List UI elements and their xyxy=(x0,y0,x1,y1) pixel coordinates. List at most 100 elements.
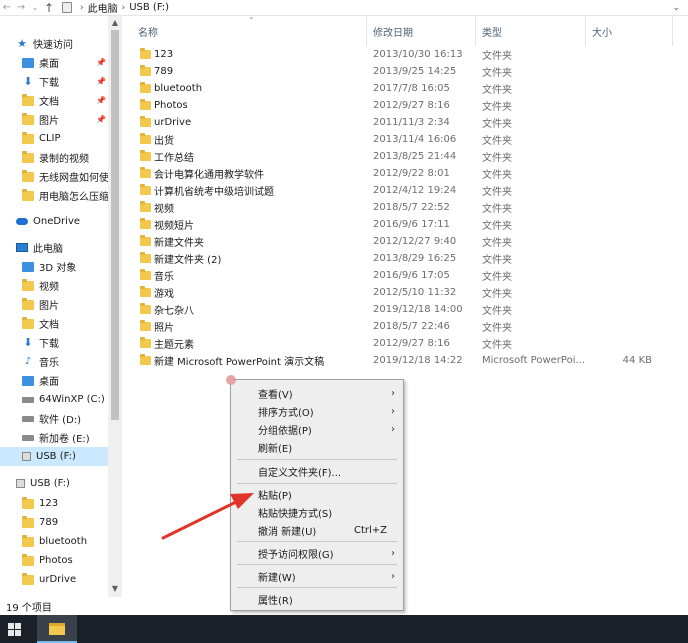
file-row[interactable]: 789 2013/9/25 14:25 文件夹 xyxy=(132,63,672,80)
nav-usb-f[interactable]: USB (F:) xyxy=(16,474,70,493)
nav-usb-123[interactable]: 123 xyxy=(22,494,108,513)
nav-scrollbar[interactable]: ▲ ▼ xyxy=(108,16,122,597)
back-arrow-icon[interactable]: ← xyxy=(0,0,14,16)
file-row[interactable]: 新建 Microsoft PowerPoint 演示文稿 2019/12/18 1… xyxy=(132,352,672,369)
file-date: 2012/12/27 9:40 xyxy=(373,236,457,247)
file-row[interactable]: urDrive 2011/11/3 2:34 文件夹 xyxy=(132,114,672,131)
menu-item-sort[interactable]: 排序方式(O) › xyxy=(231,402,403,420)
breadcrumb-usb[interactable]: USB (F:) xyxy=(129,2,169,13)
file-name: urDrive xyxy=(154,117,192,128)
breadcrumb-this-pc[interactable]: 此电脑 xyxy=(88,0,118,15)
column-divider[interactable] xyxy=(672,16,673,46)
column-divider[interactable] xyxy=(366,16,367,46)
menu-item-view[interactable]: 查看(V) › xyxy=(231,384,403,402)
menu-item-new[interactable]: 新建(W) › xyxy=(231,567,403,585)
menu-item-customize-folder[interactable]: 自定义文件夹(F)... xyxy=(231,462,403,480)
column-divider[interactable] xyxy=(475,16,476,46)
file-name: 杂七杂八 xyxy=(154,306,194,317)
forward-arrow-icon[interactable]: → xyxy=(14,0,28,16)
nav-videos[interactable]: 视频 xyxy=(22,276,108,295)
column-header-row: ⌃ 名称 修改日期 类型 大小 xyxy=(132,16,688,46)
menu-item-properties[interactable]: 属性(R) xyxy=(231,590,403,608)
nav-pictures-pc[interactable]: 图片 xyxy=(22,295,108,314)
folder-icon xyxy=(22,188,34,201)
nav-this-pc[interactable]: 此电脑 xyxy=(16,238,63,257)
file-row[interactable]: 主题元素 2012/9/27 8:16 文件夹 xyxy=(132,335,672,352)
file-row[interactable]: 工作总结 2013/8/25 21:44 文件夹 xyxy=(132,148,672,165)
nav-quick-access[interactable]: ★ 快速访问 xyxy=(16,34,73,53)
up-arrow-icon[interactable]: ↑ xyxy=(42,0,56,16)
file-type: 文件夹 xyxy=(482,187,512,198)
usb-drive-icon xyxy=(22,452,31,461)
scroll-up-icon[interactable]: ▲ xyxy=(108,18,122,27)
nav-downloads[interactable]: ⬇ 下载 📌 xyxy=(22,72,108,91)
nav-onedrive[interactable]: OneDrive xyxy=(16,212,80,231)
menu-item-undo-new[interactable]: 撤消 新建(U) Ctrl+Z xyxy=(231,521,403,539)
file-row[interactable]: 计算机省统考中级培训试题 2012/4/12 19:24 文件夹 xyxy=(132,182,672,199)
cursor-highlight xyxy=(226,375,236,385)
file-row[interactable]: 照片 2018/5/7 22:46 文件夹 xyxy=(132,318,672,335)
menu-item-refresh[interactable]: 刷新(E) xyxy=(231,438,403,456)
nav-usb-photos[interactable]: Photos xyxy=(22,551,108,570)
file-row[interactable]: 音乐 2016/9/6 17:05 文件夹 xyxy=(132,267,672,284)
folder-icon xyxy=(140,337,151,348)
column-header-type[interactable]: 类型 xyxy=(482,24,502,39)
column-header-name[interactable]: 名称 xyxy=(138,24,158,39)
menu-item-group[interactable]: 分组依据(P) › xyxy=(231,420,403,438)
nav-downloads-pc[interactable]: ⬇ 下载 xyxy=(22,333,108,352)
nav-usb-f-selected[interactable]: USB (F:) xyxy=(0,447,108,466)
nav-drive-e[interactable]: 新加卷 (E:) xyxy=(22,428,108,447)
file-type: 文件夹 xyxy=(482,221,512,232)
nav-clip[interactable]: CLIP xyxy=(22,129,108,148)
nav-compress-photos[interactable]: 用电脑怎么压缩照片 xyxy=(22,186,108,205)
taskbar-file-explorer-button[interactable] xyxy=(37,615,77,643)
file-row[interactable]: Photos 2012/9/27 8:16 文件夹 xyxy=(132,97,672,114)
nav-usb-789[interactable]: 789 xyxy=(22,513,108,532)
sort-ascending-icon: ⌃ xyxy=(248,16,255,25)
file-row[interactable]: 123 2013/10/30 16:13 文件夹 xyxy=(132,46,672,63)
column-header-date[interactable]: 修改日期 xyxy=(373,24,413,39)
nav-desktop[interactable]: 桌面 📌 xyxy=(22,53,108,72)
nav-desktop-pc[interactable]: 桌面 xyxy=(22,371,108,390)
breadcrumb-separator-icon[interactable]: › xyxy=(122,3,126,13)
file-row[interactable]: 视频短片 2016/9/6 17:11 文件夹 xyxy=(132,216,672,233)
file-date: 2011/11/3 2:34 xyxy=(373,117,450,128)
file-row[interactable]: 视频 2018/5/7 22:52 文件夹 xyxy=(132,199,672,216)
nav-documents-pc[interactable]: 文档 xyxy=(22,314,108,333)
breadcrumb-separator-icon[interactable]: › xyxy=(80,3,84,13)
nav-3d-objects[interactable]: 3D 对象 xyxy=(22,257,108,276)
menu-item-paste[interactable]: 粘贴(P) xyxy=(231,485,403,503)
file-type: 文件夹 xyxy=(482,204,512,215)
scrollbar-thumb[interactable] xyxy=(111,30,119,420)
file-row[interactable]: 游戏 2012/5/10 11:32 文件夹 xyxy=(132,284,672,301)
nav-drive-d[interactable]: 软件 (D:) xyxy=(22,409,108,428)
file-name: 视频短片 xyxy=(154,221,194,232)
nav-drive-c[interactable]: 64WinXP (C:) xyxy=(22,390,108,409)
windows-start-icon[interactable] xyxy=(8,623,21,636)
file-row[interactable]: 新建文件夹 (2) 2013/8/29 16:25 文件夹 xyxy=(132,250,672,267)
nav-wireless-disk[interactable]: 无线网盘如何使用 xyxy=(22,167,108,186)
pictures-icon xyxy=(22,112,34,125)
column-header-size[interactable]: 大小 xyxy=(592,24,612,39)
file-row[interactable]: 会计电算化通用教学软件 2012/9/22 8:01 文件夹 xyxy=(132,165,672,182)
folder-icon xyxy=(140,65,151,76)
file-date: 2019/12/18 14:22 xyxy=(373,355,463,366)
menu-item-paste-shortcut[interactable]: 粘贴快捷方式(S) xyxy=(231,503,403,521)
scroll-down-icon[interactable]: ▼ xyxy=(108,584,122,593)
nav-recorded-videos[interactable]: 录制的视频 xyxy=(22,148,108,167)
file-row[interactable]: 出货 2013/11/4 16:06 文件夹 xyxy=(132,131,672,148)
nav-pictures[interactable]: 图片 📌 xyxy=(22,110,108,129)
recent-dropdown-icon[interactable]: ⌄ xyxy=(28,0,42,16)
folder-icon xyxy=(22,169,34,182)
navigation-pane: ★ 快速访问 桌面 📌 ⬇ 下载 📌 文档 📌 图片 📌 CLIP 录制的视频 无线网盘如何… xyxy=(0,16,122,597)
file-row[interactable]: 杂七杂八 2019/12/18 14:00 文件夹 xyxy=(132,301,672,318)
file-row[interactable]: bluetooth 2017/7/8 16:05 文件夹 xyxy=(132,80,672,97)
nav-documents[interactable]: 文档 📌 xyxy=(22,91,108,110)
menu-item-give-access[interactable]: 授予访问权限(G) › xyxy=(231,544,403,562)
breadcrumb-dropdown-icon[interactable]: ⌄ xyxy=(672,3,680,13)
nav-usb-urdrive[interactable]: urDrive xyxy=(22,570,108,589)
nav-music[interactable]: ♪ 音乐 xyxy=(22,352,108,371)
file-row[interactable]: 新建文件夹 2012/12/27 9:40 文件夹 xyxy=(132,233,672,250)
nav-usb-bluetooth[interactable]: bluetooth xyxy=(22,532,108,551)
column-divider[interactable] xyxy=(585,16,586,46)
